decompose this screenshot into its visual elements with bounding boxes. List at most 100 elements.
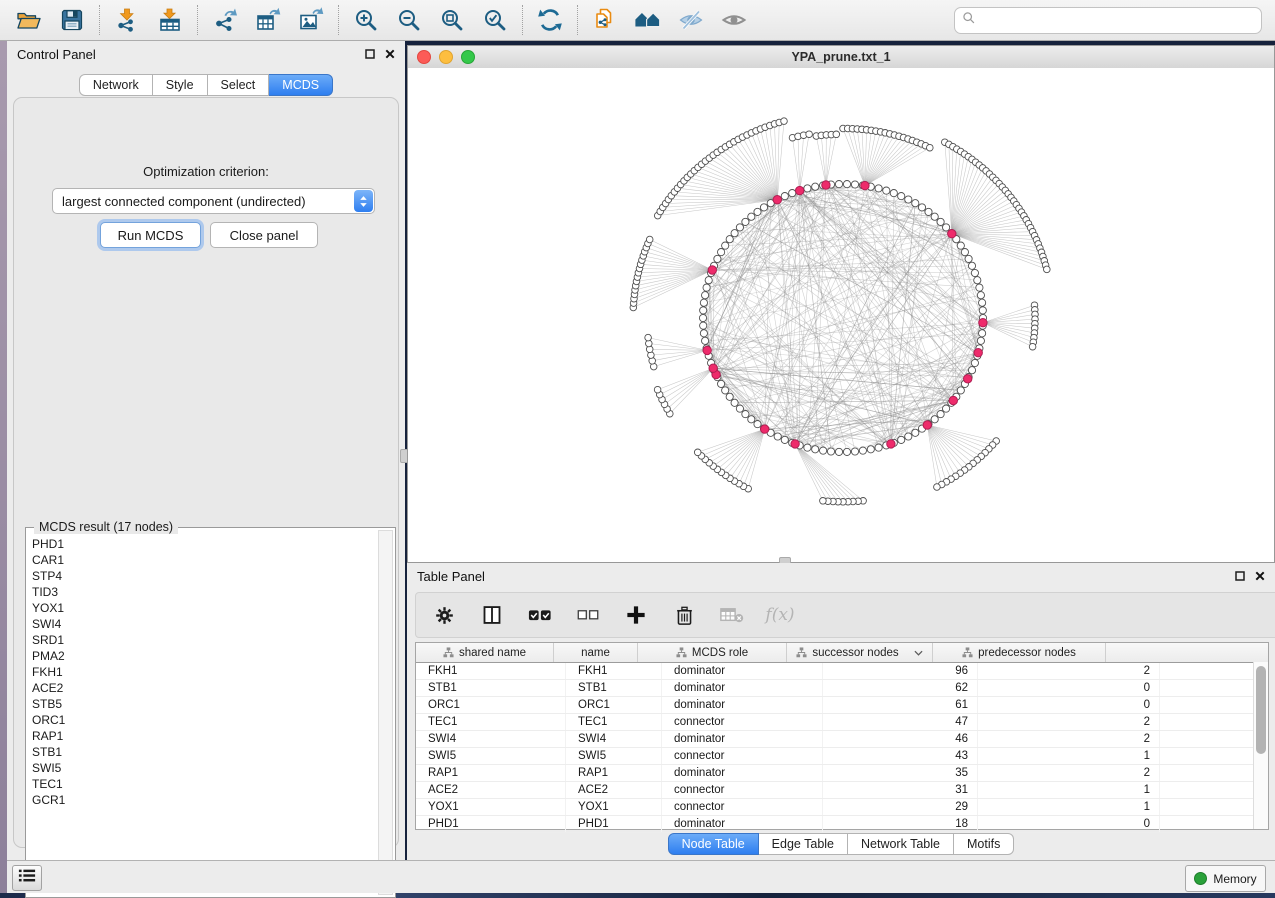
columns-icon[interactable] <box>480 603 504 627</box>
column-header-predecessor-nodes[interactable]: predecessor nodes <box>933 643 1106 662</box>
table-row[interactable]: STB1STB1dominator620 <box>416 680 1268 697</box>
search-box[interactable] <box>954 7 1262 34</box>
table-row[interactable]: RAP1RAP1dominator352 <box>416 765 1268 782</box>
table-cell: connector <box>662 799 823 815</box>
gear-icon[interactable] <box>432 603 456 627</box>
dropdown-stepper-icon[interactable] <box>354 190 373 212</box>
list-item[interactable]: STB5 <box>32 696 377 712</box>
table-cell: ACE2 <box>566 782 662 798</box>
list-item[interactable]: TEC1 <box>32 776 377 792</box>
table-cell: 0 <box>978 816 1160 832</box>
list-item[interactable]: FKH1 <box>32 664 377 680</box>
table-row[interactable]: TEC1TEC1connector472 <box>416 714 1268 731</box>
table-row[interactable]: ACE2ACE2connector311 <box>416 782 1268 799</box>
network-canvas[interactable] <box>408 68 1274 562</box>
network-graph[interactable] <box>408 68 1274 562</box>
show-eye-icon[interactable] <box>720 6 748 34</box>
zoom-selected-icon[interactable] <box>481 6 509 34</box>
table-row[interactable]: SWI4SWI4dominator462 <box>416 731 1268 748</box>
hide-unselected-icon[interactable] <box>677 6 705 34</box>
graph-nodes[interactable] <box>630 118 1050 505</box>
list-item[interactable]: RAP1 <box>32 728 377 744</box>
function-icon: f(x) <box>768 603 792 627</box>
list-item[interactable]: CAR1 <box>32 552 377 568</box>
table-cell: 1 <box>978 782 1160 798</box>
save-icon[interactable] <box>58 6 86 34</box>
close-panel-icon[interactable] <box>385 49 395 59</box>
table-row[interactable]: PHD1PHD1dominator180 <box>416 816 1268 833</box>
tab-select[interactable]: Select <box>208 74 270 96</box>
table-row[interactable]: FKH1FKH1dominator962 <box>416 663 1268 680</box>
export-table-icon[interactable] <box>254 6 282 34</box>
zoom-out-icon[interactable] <box>395 6 423 34</box>
table-row[interactable]: YOX1YOX1connector291 <box>416 799 1268 816</box>
list-item[interactable]: SRD1 <box>32 632 377 648</box>
export-image-icon[interactable] <box>297 6 325 34</box>
table-panel-title: Table Panel <box>417 569 485 584</box>
table-cell: 62 <box>823 680 978 696</box>
table-panel: Table Panel f(x) shared namenameMCDS rol… <box>407 563 1275 860</box>
add-icon[interactable] <box>624 603 648 627</box>
table-cell: TEC1 <box>566 714 662 730</box>
table-cell: TEC1 <box>416 714 566 730</box>
column-header-successor-nodes[interactable]: successor nodes <box>787 643 933 662</box>
toolbar-group <box>2 6 99 34</box>
float-panel-icon[interactable] <box>365 49 375 59</box>
tab-motifs[interactable]: Motifs <box>954 833 1014 855</box>
node-table: shared namenameMCDS rolesuccessor nodesp… <box>415 642 1269 830</box>
open-folder-icon[interactable] <box>15 6 43 34</box>
search-input[interactable] <box>981 12 1254 28</box>
deselect-all-icon[interactable] <box>576 603 600 627</box>
criterion-dropdown[interactable]: largest connected component (undirected) <box>52 188 375 214</box>
table-cell: connector <box>662 748 823 764</box>
run-mcds-button[interactable]: Run MCDS <box>100 222 201 248</box>
list-item[interactable]: STB1 <box>32 744 377 760</box>
home-icon[interactable] <box>634 6 662 34</box>
table-cell: ORC1 <box>566 697 662 713</box>
list-item[interactable]: ORC1 <box>32 712 377 728</box>
tab-network-table[interactable]: Network Table <box>848 833 954 855</box>
network-window-titlebar[interactable]: YPA_prune.txt_1 <box>408 46 1274 69</box>
column-header-MCDS-role[interactable]: MCDS role <box>638 643 787 662</box>
close-panel-icon[interactable] <box>1255 571 1265 581</box>
table-row[interactable]: ORC1ORC1dominator610 <box>416 697 1268 714</box>
float-panel-icon[interactable] <box>1235 571 1245 581</box>
duplicate-network-icon[interactable] <box>591 6 619 34</box>
list-item[interactable]: PMA2 <box>32 648 377 664</box>
column-header-shared-name[interactable]: shared name <box>416 643 554 662</box>
import-network-icon[interactable] <box>113 6 141 34</box>
list-item[interactable]: STP4 <box>32 568 377 584</box>
table-cell: 18 <box>823 816 978 832</box>
column-header-name[interactable]: name <box>554 643 638 662</box>
zoom-in-icon[interactable] <box>352 6 380 34</box>
tab-mcds[interactable]: MCDS <box>269 74 333 96</box>
memory-button[interactable]: Memory <box>1185 865 1266 892</box>
refresh-icon[interactable] <box>536 6 564 34</box>
table-row[interactable]: SWI5SWI5connector431 <box>416 748 1268 765</box>
mcds-tab-content: Optimization criterion: largest connecte… <box>13 97 399 848</box>
import-table-icon[interactable] <box>156 6 184 34</box>
list-item[interactable]: TID3 <box>32 584 377 600</box>
tab-style[interactable]: Style <box>153 74 208 96</box>
list-item[interactable]: GCR1 <box>32 792 377 808</box>
delete-icon[interactable] <box>672 603 696 627</box>
table-scrollbar[interactable] <box>1253 662 1268 829</box>
task-history-button[interactable] <box>12 865 42 891</box>
tab-network[interactable]: Network <box>79 74 153 96</box>
close-panel-button[interactable]: Close panel <box>210 222 318 248</box>
list-item[interactable]: ACE2 <box>32 680 377 696</box>
zoom-fit-icon[interactable] <box>438 6 466 34</box>
memory-label: Memory <box>1213 872 1256 886</box>
list-item[interactable]: PHD1 <box>32 536 377 552</box>
table-scrollbar-thumb[interactable] <box>1256 666 1266 754</box>
table-header-row: shared namenameMCDS rolesuccessor nodesp… <box>416 643 1268 663</box>
mcds-list-scrollbar[interactable] <box>378 530 393 895</box>
sort-chevron-icon[interactable] <box>914 650 923 656</box>
list-item[interactable]: YOX1 <box>32 600 377 616</box>
tab-edge-table[interactable]: Edge Table <box>759 833 848 855</box>
list-item[interactable]: SWI5 <box>32 760 377 776</box>
export-network-icon[interactable] <box>211 6 239 34</box>
list-item[interactable]: SWI4 <box>32 616 377 632</box>
tab-node-table[interactable]: Node Table <box>668 833 759 855</box>
select-all-icon[interactable] <box>528 603 552 627</box>
